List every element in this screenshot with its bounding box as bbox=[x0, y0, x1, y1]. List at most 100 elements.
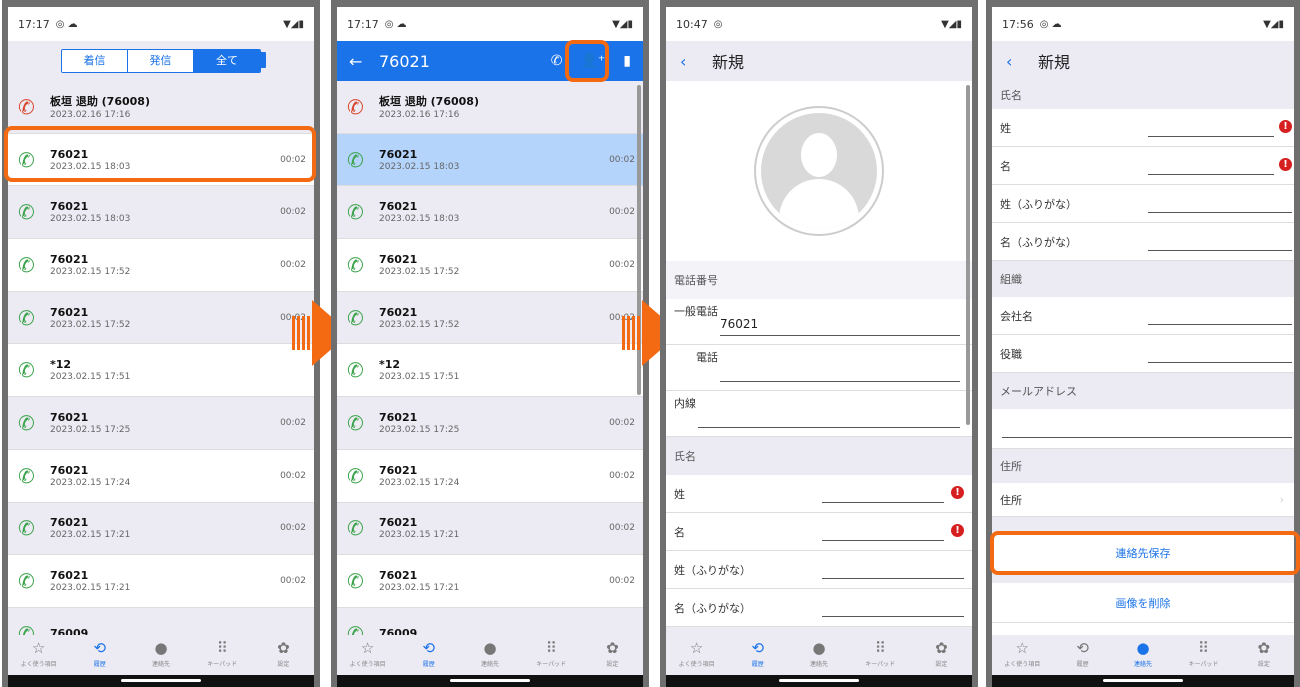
history-icon: ⟲ bbox=[93, 639, 107, 657]
call-history-row[interactable]: ✆ 76021 2023.02.15 17:24 00:02 bbox=[337, 450, 643, 503]
caller-name: 76021 bbox=[379, 463, 418, 477]
caller-name: 76021 bbox=[50, 410, 89, 424]
tab-favorites[interactable]: ☆ よく使う項目 bbox=[8, 635, 69, 675]
section-organization: 組織 bbox=[992, 261, 1294, 297]
contact-photo-area[interactable] bbox=[666, 81, 972, 261]
call-history-row[interactable]: ✆760212023.02.15 17:5200:02 bbox=[8, 239, 314, 292]
status-time: 17:56 bbox=[1002, 17, 1034, 31]
tab-history[interactable]: ⟲ 履歴 bbox=[398, 635, 459, 675]
new-contact-header: ‹ 新規 bbox=[992, 41, 1294, 81]
call-datetime: 2023.02.15 17:21 bbox=[50, 530, 131, 541]
general-phone-field[interactable]: 一般電話 76021 bbox=[666, 299, 972, 345]
general-phone-value[interactable]: 76021 bbox=[720, 317, 758, 331]
delete-image-button[interactable]: 画像を削除 bbox=[992, 583, 1294, 623]
first-name-field[interactable]: 名 ! bbox=[666, 513, 972, 551]
email-field[interactable] bbox=[992, 409, 1294, 449]
call-history-row[interactable]: ✆ 76021 2023.02.15 18:03 00:02 bbox=[8, 186, 314, 240]
tab-contacts[interactable]: ● 連絡先 bbox=[459, 635, 520, 675]
call-history-row[interactable]: ✆ 76021 2023.02.15 17:21 00:02 bbox=[8, 555, 314, 608]
caller-name: 板垣 退助 (76008) bbox=[50, 95, 150, 109]
call-history-row[interactable]: ✆760212023.02.15 17:5200:02 bbox=[337, 291, 643, 345]
call-history-row[interactable]: ✆ 板垣 退助 (76008) 2023.02.16 17:16 bbox=[337, 81, 643, 134]
person-icon: ● bbox=[1136, 639, 1150, 657]
position-field[interactable]: 役職 bbox=[992, 335, 1294, 373]
back-chevron-icon[interactable]: ‹ bbox=[680, 52, 712, 71]
caller-name: 76021 bbox=[379, 252, 418, 266]
home-gesture-handle[interactable] bbox=[1103, 679, 1183, 682]
back-chevron-icon[interactable]: ‹ bbox=[1006, 52, 1038, 71]
call-history-row[interactable]: ✆ *12 2023.02.15 17:51 bbox=[337, 344, 643, 398]
call-datetime: 2023.02.15 17:24 bbox=[379, 477, 460, 488]
last-name-field[interactable]: 姓 ! bbox=[992, 109, 1294, 147]
call-history-row[interactable]: ✆ 76021 2023.02.15 18:03 00:02 bbox=[337, 133, 643, 187]
last-name-field[interactable]: 姓 ! bbox=[666, 475, 972, 513]
call-duration: 00:02 bbox=[609, 417, 635, 428]
extension-field[interactable]: 内線 bbox=[666, 391, 972, 437]
tab-settings[interactable]: ✿ 設定 bbox=[911, 635, 972, 675]
outgoing-call-icon: ✆ bbox=[18, 516, 35, 541]
tab-keypad[interactable]: ⠿ キーパッド bbox=[850, 635, 911, 675]
mobile-phone-field[interactable]: 電話 bbox=[666, 345, 972, 391]
tab-settings[interactable]: ✿ 設定 bbox=[1234, 635, 1294, 675]
tab-keypad[interactable]: ⠿ キーパッド bbox=[192, 635, 253, 675]
call-history-row[interactable]: ✆ *12 2023.02.15 17:51 bbox=[8, 344, 314, 398]
call-phone-icon[interactable]: ✆ bbox=[551, 53, 563, 69]
gear-icon: ✿ bbox=[606, 639, 619, 657]
delete-history-icon[interactable] bbox=[254, 52, 266, 68]
back-arrow-icon[interactable]: ← bbox=[349, 52, 379, 71]
caller-name: 76021 bbox=[379, 200, 418, 214]
tab-favorites[interactable]: ☆ よく使う項目 bbox=[992, 635, 1052, 675]
tab-incoming[interactable]: 着信 bbox=[62, 50, 128, 72]
phone-screen-call-history-all: 17:17 ◎ ☁ ▼◢▮ 着信 発信 全て ✆ 板垣 退助 (76008) 202… bbox=[2, 0, 320, 687]
section-name: 氏名 bbox=[666, 437, 972, 475]
outgoing-call-icon: ✆ bbox=[347, 410, 364, 435]
tab-settings[interactable]: ✿ 設定 bbox=[582, 635, 643, 675]
last-name-kana-field[interactable]: 姓（ふりがな） bbox=[992, 185, 1294, 223]
tab-settings[interactable]: ✿ 設定 bbox=[253, 635, 314, 675]
last-name-kana-field[interactable]: 姓（ふりがな） bbox=[666, 551, 972, 589]
home-gesture-handle[interactable] bbox=[779, 679, 859, 682]
tab-favorites[interactable]: ☆ よく使う項目 bbox=[337, 635, 398, 675]
tab-outgoing[interactable]: 発信 bbox=[128, 50, 194, 72]
error-icon: ! bbox=[951, 524, 964, 537]
tab-history[interactable]: ⟲ 履歴 bbox=[1052, 635, 1112, 675]
home-gesture-handle[interactable] bbox=[121, 679, 201, 682]
company-field[interactable]: 会社名 bbox=[992, 297, 1294, 335]
call-history-row[interactable]: ✆ 76021 2023.02.15 17:21 00:02 bbox=[337, 502, 643, 556]
home-gesture-handle[interactable] bbox=[450, 679, 530, 682]
outgoing-call-icon: ✆ bbox=[18, 410, 35, 435]
tab-keypad[interactable]: ⠿ キーパッド bbox=[521, 635, 582, 675]
tab-contacts[interactable]: ● 連絡先 bbox=[788, 635, 849, 675]
keypad-icon: ⠿ bbox=[1197, 639, 1209, 657]
signal-battery-icon: ▼◢▮ bbox=[941, 18, 962, 30]
first-name-field[interactable]: 名 ! bbox=[992, 147, 1294, 185]
call-history-row[interactable]: ✆ 76021 2023.02.15 17:25 00:02 bbox=[8, 397, 314, 450]
tab-history[interactable]: ⟲ 履歴 bbox=[69, 635, 130, 675]
call-datetime: 2023.02.15 17:21 bbox=[50, 583, 131, 594]
call-history-row[interactable]: ✆ 76021 2023.02.15 17:21 00:02 bbox=[8, 502, 314, 556]
call-history-row[interactable]: ✆760212023.02.15 17:5200:02 bbox=[337, 239, 643, 292]
call-history-row[interactable]: ✆ 76021 2023.02.15 17:24 00:02 bbox=[8, 450, 314, 503]
bottom-tab-bar: ☆ よく使う項目 ⟲ 履歴 ● 連絡先 ⠿ キーパッド ✿ 設定 bbox=[666, 635, 972, 675]
avatar[interactable] bbox=[754, 106, 884, 236]
tab-history[interactable]: ⟲ 履歴 bbox=[727, 635, 788, 675]
tab-favorites[interactable]: ☆ よく使う項目 bbox=[666, 635, 727, 675]
status-bar: 17:56 ◎ ☁ ▼◢▮ bbox=[992, 7, 1294, 41]
address-field[interactable]: 住所 › bbox=[992, 483, 1294, 517]
tab-contacts[interactable]: ● 連絡先 bbox=[1113, 635, 1173, 675]
first-name-kana-field[interactable]: 名（ふりがな） bbox=[992, 223, 1294, 261]
call-duration: 00:02 bbox=[280, 417, 306, 428]
call-history-row[interactable]: ✆ 76021 2023.02.15 18:03 00:02 bbox=[337, 186, 643, 240]
call-history-row[interactable]: ✆760212023.02.15 17:5200:02 bbox=[8, 291, 314, 345]
scrollbar[interactable] bbox=[966, 85, 970, 425]
first-name-kana-field[interactable]: 名（ふりがな） bbox=[666, 589, 972, 627]
star-icon: ☆ bbox=[1015, 639, 1029, 657]
tab-contacts[interactable]: ● 連絡先 bbox=[130, 635, 191, 675]
tab-keypad[interactable]: ⠿ キーパッド bbox=[1173, 635, 1233, 675]
call-history-row[interactable]: ✆ 76021 2023.02.15 17:21 00:02 bbox=[337, 555, 643, 608]
call-history-row[interactable]: ✆ 76021 2023.02.15 17:25 00:02 bbox=[337, 397, 643, 450]
tab-all[interactable]: 全て bbox=[194, 50, 260, 72]
person-icon: ● bbox=[154, 639, 168, 657]
history-icon: ⟲ bbox=[422, 639, 436, 657]
delete-icon[interactable]: ▮ bbox=[623, 53, 631, 69]
